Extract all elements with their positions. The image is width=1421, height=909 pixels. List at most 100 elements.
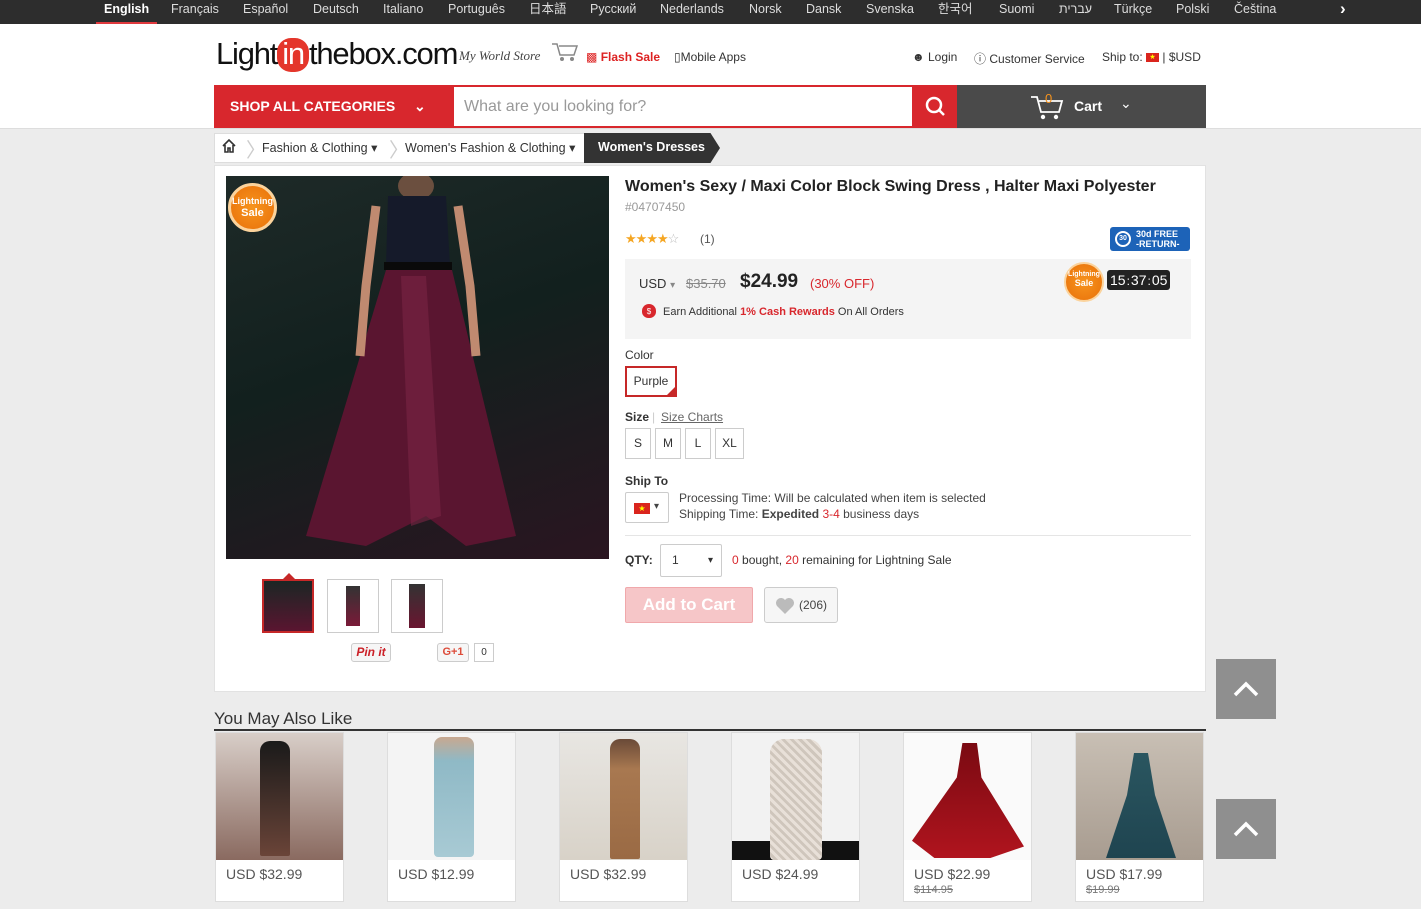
search-icon	[925, 96, 945, 116]
back-to-top-button-2[interactable]	[1216, 799, 1276, 859]
home-icon[interactable]	[222, 138, 236, 156]
customer-service-label: Customer Service	[989, 52, 1085, 66]
qty-select[interactable]: 1 ▾	[660, 544, 722, 577]
cart-logo-icon	[552, 43, 579, 61]
mobile-apps-link[interactable]: ▯Mobile Apps	[674, 50, 746, 64]
cart-button[interactable]: 0 Cart ⌄	[957, 85, 1206, 128]
product-figure	[610, 739, 640, 859]
flash-sale-link[interactable]: ▩ Flash Sale	[586, 50, 660, 64]
lang-italiano[interactable]: Italiano	[383, 0, 423, 22]
lang-hebrew[interactable]: עברית	[1059, 0, 1092, 22]
product-main-image[interactable]	[226, 176, 609, 559]
site-logo[interactable]: Light in thebox.com	[216, 36, 458, 72]
size-option-xl[interactable]: XL	[715, 428, 744, 459]
processing-time: Processing Time: Will be calculated when…	[679, 491, 986, 505]
ship-to-label: Ship to:	[1102, 50, 1143, 64]
lightning-sale-badge-small: Lightning Sale	[1064, 262, 1104, 302]
price-box	[625, 259, 1191, 339]
rewards-highlight: 1% Cash Rewards	[740, 306, 835, 318]
original-price: $35.70	[686, 276, 726, 291]
recommended-product-card[interactable]: USD $12.99	[387, 732, 516, 902]
ship-to-country-select[interactable]: ★ ▾	[625, 492, 669, 523]
shipping-time-label: Shipping Time:	[679, 507, 759, 521]
recommended-product-card[interactable]: USD $22.99 $114.95	[903, 732, 1032, 902]
lang-cestina[interactable]: Čeština	[1234, 0, 1276, 22]
money-bag-icon: $	[642, 304, 656, 318]
lang-espanol[interactable]: Español	[243, 0, 288, 22]
review-count[interactable]: (1)	[700, 232, 715, 246]
caret-down-icon: ▾	[569, 141, 576, 155]
add-to-cart-button[interactable]: Add to Cart	[625, 587, 753, 623]
back-to-top-button[interactable]	[1216, 659, 1276, 719]
product-price: USD $24.99	[742, 866, 819, 882]
search-button[interactable]	[914, 85, 957, 128]
size-option-l[interactable]: L	[685, 428, 711, 459]
return-icon: 30	[1115, 231, 1131, 247]
caret-down-icon: ▾	[670, 280, 676, 291]
breadcrumb-womens-fashion[interactable]: Women's Fashion & Clothing ▾	[405, 134, 575, 162]
thumbnail-3[interactable]	[391, 579, 443, 633]
lang-turkce[interactable]: Türkçe	[1114, 0, 1152, 22]
product-thumbnail	[560, 733, 687, 860]
bought-label: bought,	[742, 553, 783, 567]
breadcrumb-fashion-clothing[interactable]: Fashion & Clothing ▾	[262, 134, 377, 162]
product-sku: #04707450	[625, 200, 686, 214]
lightning-badge-line1: Lightning	[1068, 271, 1100, 278]
shipping-time: Shipping Time: Expedited 3-4 business da…	[679, 507, 919, 521]
chevron-right-icon[interactable]: ›	[1340, 0, 1346, 17]
pinterest-button[interactable]: Pin it	[351, 643, 391, 662]
lang-portugues[interactable]: Português	[448, 0, 505, 22]
wishlist-count: (206)	[799, 598, 828, 612]
currency-code: USD	[639, 276, 667, 291]
logo-part-thebox: thebox.com	[308, 36, 458, 71]
rating-stars[interactable]: ★★★★☆	[625, 231, 679, 247]
recommended-product-card[interactable]: USD $24.99	[731, 732, 860, 902]
divider: |	[652, 410, 656, 424]
mobile-apps-label: Mobile Apps	[680, 50, 746, 64]
remaining-label: remaining for Lightning Sale	[802, 553, 952, 567]
discount-percent: (30% OFF)	[810, 276, 875, 291]
currency-label: $USD	[1168, 50, 1201, 64]
lang-svenska[interactable]: Svenska	[866, 0, 914, 22]
lang-japanese[interactable]: 日本語	[529, 0, 567, 22]
lang-suomi[interactable]: Suomi	[999, 0, 1034, 22]
qty-value: 1	[672, 553, 679, 567]
recommended-product-card[interactable]: USD $32.99	[215, 732, 344, 902]
customer-service-link[interactable]: ⓘ Customer Service	[974, 50, 1085, 67]
vietnam-flag-icon: ★	[634, 503, 650, 514]
lang-russian[interactable]: Русский	[590, 0, 636, 22]
rewards-post: On All Orders	[837, 306, 904, 318]
size-option-m[interactable]: M	[655, 428, 681, 459]
currency-selector[interactable]: USD ▾	[639, 276, 675, 291]
color-option-purple[interactable]: Purple	[625, 366, 677, 397]
lang-nederlands[interactable]: Nederlands	[660, 0, 724, 22]
lightning-sale-badge: Lightning Sale	[228, 183, 277, 232]
lang-norsk[interactable]: Norsk	[749, 0, 782, 22]
recommended-product-card[interactable]: USD $32.99	[559, 732, 688, 902]
product-price: USD $17.99	[1086, 866, 1163, 882]
ship-to-selector[interactable]: Ship to: ★ | $USD	[1102, 50, 1201, 64]
product-figure	[260, 741, 290, 856]
logo-part-light: Light	[216, 36, 278, 71]
star-filled-icon: ★	[646, 231, 658, 246]
google-plus-button[interactable]: G+1	[437, 643, 469, 662]
size-charts-link[interactable]: Size Charts	[661, 410, 723, 424]
recommended-product-card[interactable]: USD $17.99 $19.99	[1075, 732, 1204, 902]
size-option-s[interactable]: S	[625, 428, 651, 459]
lang-francais[interactable]: Français	[171, 0, 219, 22]
thumbnail-2[interactable]	[327, 579, 379, 633]
lang-polski[interactable]: Polski	[1176, 0, 1209, 22]
lang-korean[interactable]: 한국어	[938, 0, 973, 22]
search-input[interactable]: What are you looking for?	[454, 85, 914, 128]
login-link[interactable]: ☻ Login	[912, 50, 957, 64]
breadcrumb-label: Women's Fashion & Clothing	[405, 141, 566, 155]
divider	[625, 535, 1191, 536]
star-filled-icon: ★	[656, 231, 669, 246]
info-icon: ⓘ	[974, 52, 987, 66]
lang-deutsch[interactable]: Deutsch	[313, 0, 359, 22]
shop-all-categories-button[interactable]: SHOP ALL CATEGORIES ⌄	[214, 85, 454, 128]
wishlist-button[interactable]: (206)	[764, 587, 838, 623]
lang-english[interactable]: English	[96, 0, 158, 24]
thumbnail-1[interactable]	[262, 579, 314, 633]
lang-dansk[interactable]: Dansk	[806, 0, 841, 22]
